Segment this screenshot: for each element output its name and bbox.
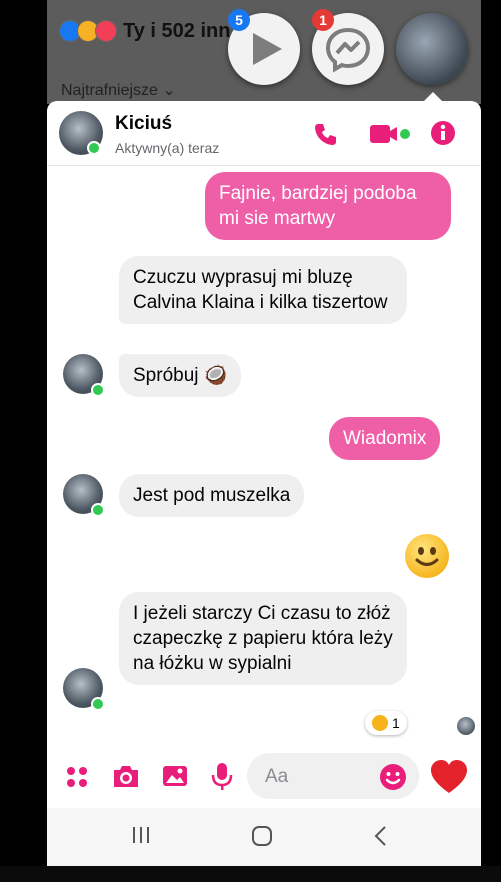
message-incoming[interactable]: Spróbuj 🥥 xyxy=(119,354,242,397)
phone-icon[interactable] xyxy=(313,121,339,147)
heart-icon[interactable] xyxy=(430,759,468,795)
message-incoming[interactable]: Jest pod muszelka xyxy=(119,474,305,517)
message-input-box[interactable] xyxy=(247,753,419,799)
chat-head-play[interactable]: 5 xyxy=(228,9,300,85)
emoji-message[interactable] xyxy=(405,534,449,578)
smiley-icon xyxy=(415,547,439,566)
online-indicator xyxy=(91,503,105,517)
message-reaction[interactable]: 1 xyxy=(365,711,407,735)
sort-dropdown[interactable]: Najtrafniejsze ⌄ xyxy=(61,80,176,100)
bottom-strip xyxy=(0,866,501,882)
notification-badge: 5 xyxy=(228,9,250,31)
notification-badge: 1 xyxy=(312,9,334,31)
chat-head-messenger[interactable]: 1 xyxy=(312,9,384,85)
message-incoming[interactable]: Czuczu wyprasuj mi bluzę Calvina Klaina … xyxy=(119,256,407,324)
microphone-icon[interactable] xyxy=(211,761,233,791)
recent-apps-icon[interactable] xyxy=(131,825,151,845)
message-incoming[interactable]: I jeżeli starczy Ci czasu to złóż czapec… xyxy=(119,592,407,685)
message-outgoing[interactable]: Fajnie, bardziej podoba mi sie martwy xyxy=(205,172,451,240)
seen-avatar xyxy=(457,717,475,735)
back-icon[interactable] xyxy=(373,825,389,847)
camera-icon[interactable] xyxy=(111,763,141,789)
message-input[interactable] xyxy=(263,765,377,789)
video-call-icon[interactable] xyxy=(369,123,411,145)
system-navigation-bar xyxy=(47,808,481,866)
contact-status: Aktywny(a) teraz xyxy=(115,140,220,156)
reaction-count: 1 xyxy=(392,715,400,731)
contact-name[interactable]: Kiciuś xyxy=(115,113,172,135)
home-icon[interactable] xyxy=(251,825,273,847)
online-indicator xyxy=(91,697,105,711)
chat-head-contact-avatar[interactable] xyxy=(396,13,468,85)
composer-bar xyxy=(47,747,481,808)
gallery-icon[interactable] xyxy=(161,764,189,788)
reaction-icons xyxy=(59,20,117,42)
chat-head-pointer xyxy=(424,92,442,101)
love-reaction-icon xyxy=(95,20,117,42)
message-outgoing[interactable]: Wiadomix xyxy=(329,417,441,460)
heart-eyes-icon xyxy=(372,715,388,731)
more-actions-icon[interactable] xyxy=(65,765,89,789)
online-indicator xyxy=(87,141,101,155)
emoji-picker-icon[interactable] xyxy=(379,763,407,791)
chat-window: Kiciuś Aktywny(a) teraz Fajnie, bardziej… xyxy=(47,101,481,808)
online-indicator xyxy=(91,383,105,397)
chat-header: Kiciuś Aktywny(a) teraz xyxy=(47,101,481,166)
sort-label: Najtrafniejsze xyxy=(61,82,158,99)
info-icon[interactable] xyxy=(430,120,456,146)
